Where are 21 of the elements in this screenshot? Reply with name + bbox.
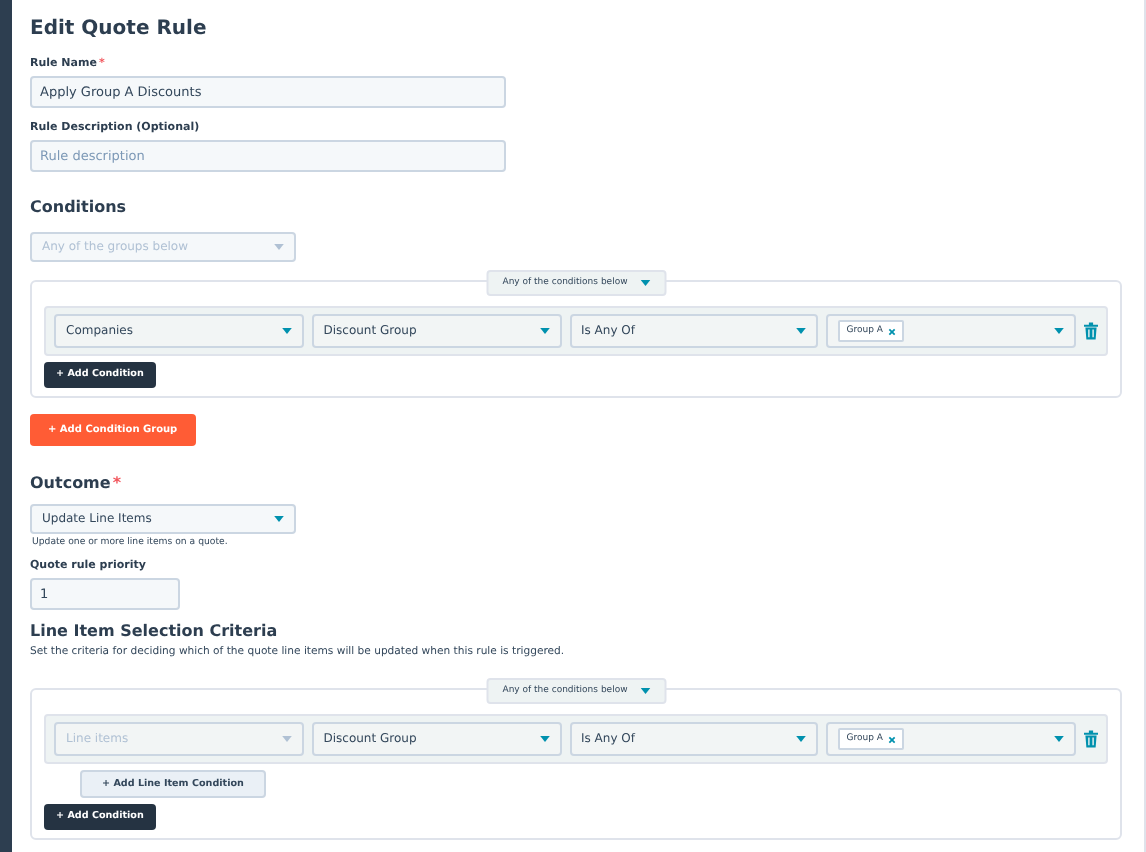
caret-icon (539, 328, 549, 334)
remove-icon[interactable] (888, 735, 897, 743)
trash-icon[interactable] (1084, 322, 1098, 340)
caret-icon (274, 244, 284, 250)
section-heading: Conditions (30, 198, 127, 216)
caret-icon (539, 736, 549, 742)
caret-icon (796, 328, 807, 334)
section-heading: Outcome (30, 474, 111, 492)
caret-icon (281, 328, 292, 334)
caret-icon (639, 280, 650, 286)
caret-icon (1054, 328, 1064, 334)
caret-icon (639, 688, 650, 694)
caret-icon (281, 736, 292, 742)
remove-icon[interactable] (888, 327, 897, 335)
caret-icon (1054, 736, 1064, 742)
caret-icon (796, 736, 807, 742)
trash-icon[interactable] (1084, 730, 1098, 748)
caret-icon (274, 516, 284, 522)
page-title: Edit Quote Rule (30, 18, 207, 40)
section-heading: Line Item Selection Criteria (30, 622, 278, 640)
required-mark: * (112, 474, 122, 492)
